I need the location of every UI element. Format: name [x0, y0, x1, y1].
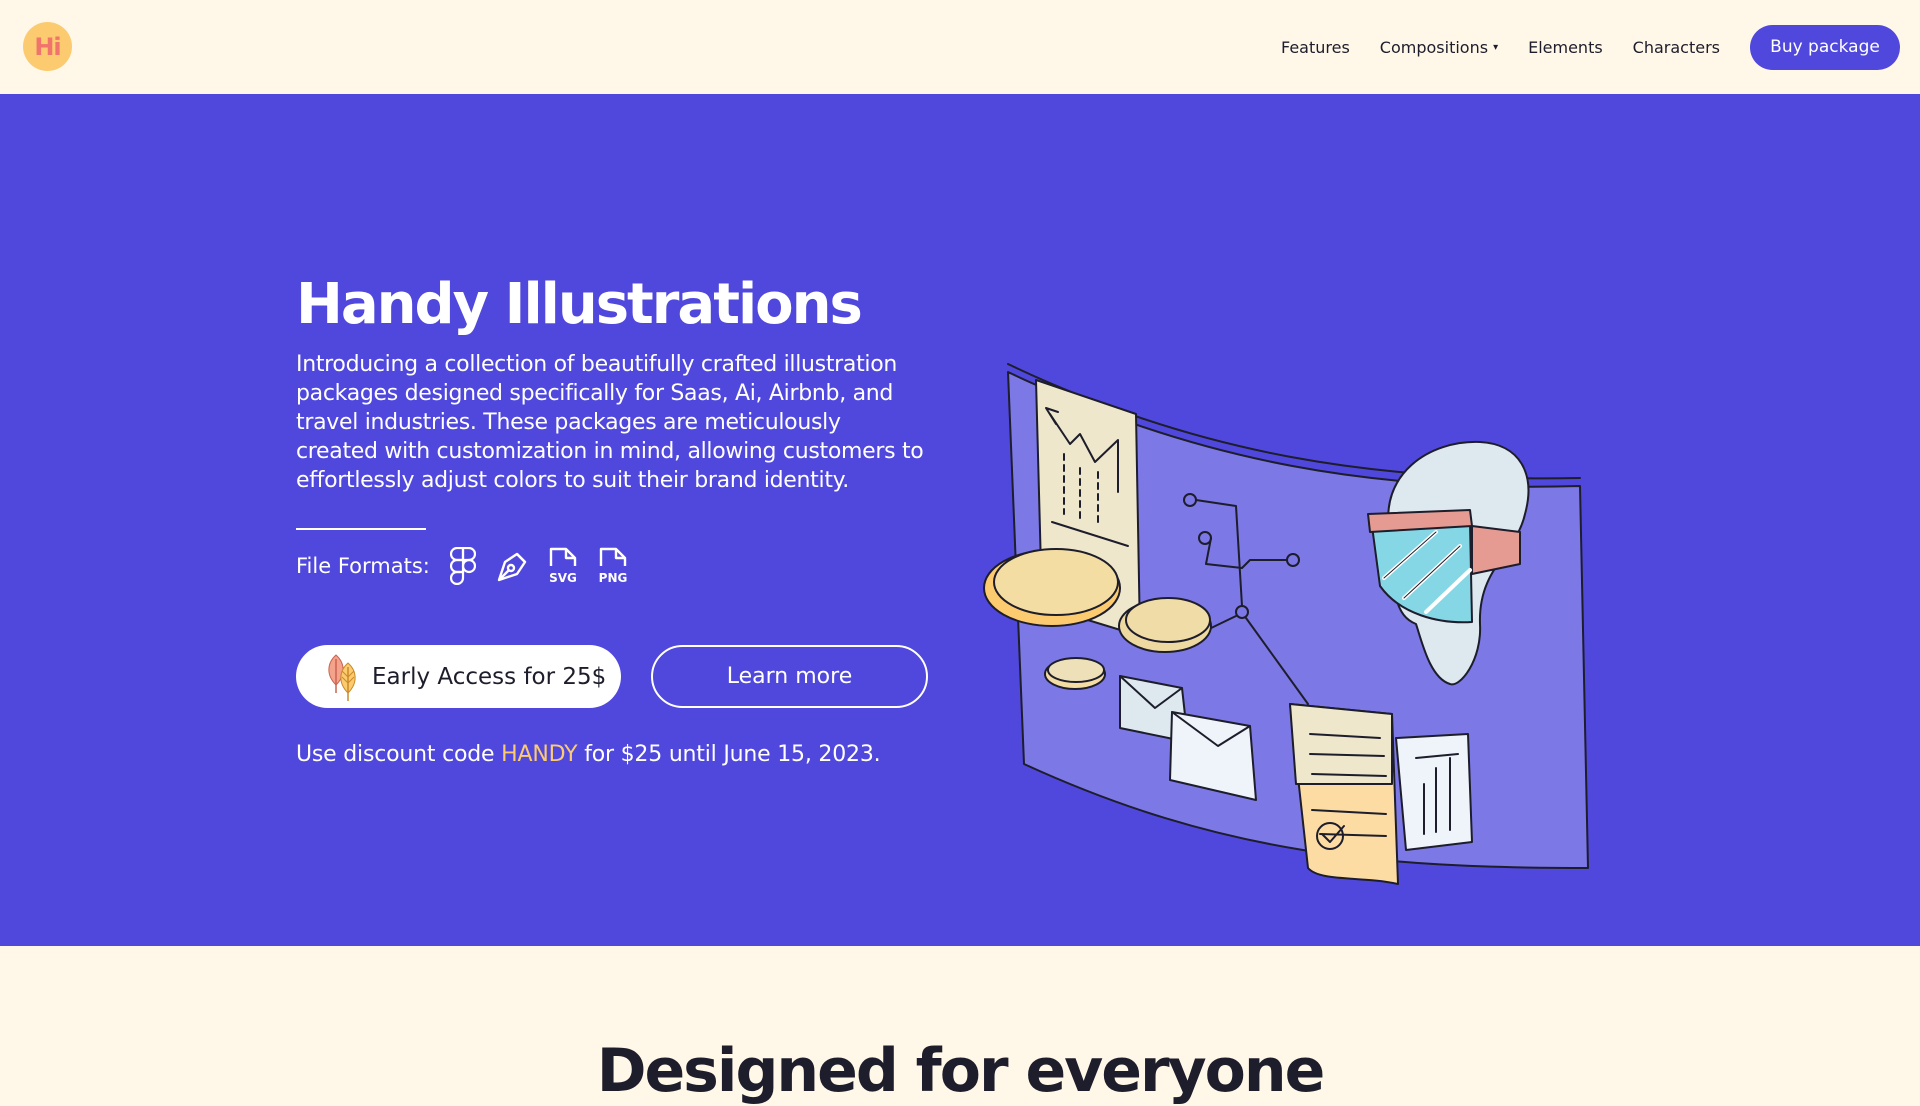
main-nav: Features Compositions ▾ Elements Charact… [1281, 0, 1900, 94]
svg-text:PNG: PNG [599, 571, 628, 585]
figma-icon [444, 545, 482, 587]
logo-text: Hi [34, 32, 61, 61]
svg-text:SVG: SVG [549, 571, 577, 585]
png-file-icon: PNG [594, 545, 632, 587]
discount-text: Use discount code HANDY for $25 until Ju… [296, 742, 881, 767]
file-formats-label: File Formats: [296, 554, 430, 578]
early-access-button[interactable]: Early Access for 25$ [296, 645, 621, 708]
pen-tool-icon [494, 545, 532, 587]
divider [296, 528, 426, 530]
nav-compositions[interactable]: Compositions ▾ [1380, 38, 1498, 57]
nav-elements[interactable]: Elements [1528, 38, 1603, 57]
chevron-down-icon: ▾ [1493, 41, 1499, 53]
learn-more-button[interactable]: Learn more [651, 645, 928, 708]
nav-features[interactable]: Features [1281, 38, 1350, 57]
early-access-label: Early Access for 25$ [372, 663, 607, 690]
leaves-icon [328, 653, 356, 701]
hero-section: Handy Illustrations Introducing a collec… [0, 94, 1920, 946]
nav-elements-label: Elements [1528, 37, 1603, 57]
svg-file-icon: SVG [544, 545, 582, 587]
file-formats: File Formats: SVG PNG [296, 544, 644, 588]
hero-illustration [983, 363, 1589, 885]
nav-characters[interactable]: Characters [1633, 38, 1720, 57]
discount-suffix: for $25 until June 15, 2023. [584, 742, 881, 767]
site-header: Hi Features Compositions ▾ Elements Char… [0, 0, 1920, 94]
hero-description: Introducing a collection of beautifully … [296, 352, 924, 493]
buy-package-button[interactable]: Buy package [1750, 24, 1900, 70]
hero-title: Handy Illustrations [296, 272, 863, 337]
logo[interactable]: Hi [23, 22, 72, 71]
nav-compositions-label: Compositions [1379, 37, 1489, 57]
discount-code: HANDY [501, 742, 578, 767]
section-title: Designed for everyone [596, 1036, 1326, 1106]
nav-features-label: Features [1281, 37, 1350, 57]
discount-prefix: Use discount code [296, 742, 495, 767]
nav-characters-label: Characters [1632, 37, 1720, 57]
